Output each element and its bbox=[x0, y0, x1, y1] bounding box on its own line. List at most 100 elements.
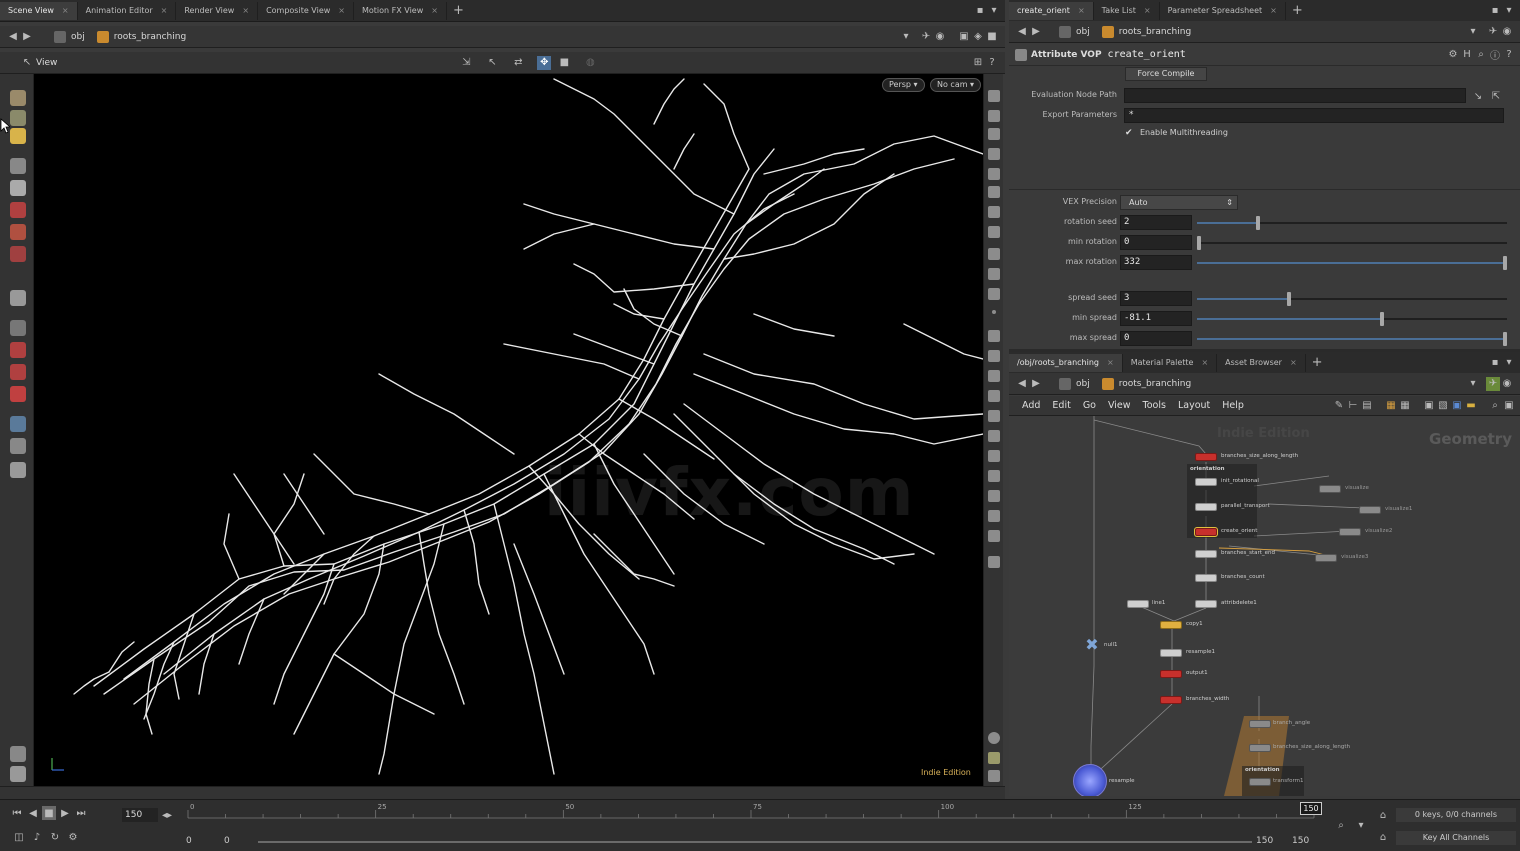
maximize-icon[interactable]: ▣ bbox=[1502, 399, 1516, 413]
lock-tool-icon[interactable] bbox=[10, 180, 26, 196]
gear-icon[interactable]: ⚙ bbox=[1446, 48, 1460, 62]
tab-parameter-spreadsheet[interactable]: Parameter Spreadsheet × bbox=[1160, 1, 1286, 20]
jump-icon[interactable]: ⇱ bbox=[1489, 89, 1503, 103]
display-option-icon[interactable] bbox=[988, 330, 1000, 342]
param-value-field[interactable]: 2 bbox=[1120, 215, 1192, 230]
display-option-icon[interactable] bbox=[988, 770, 1000, 782]
path-root[interactable]: obj bbox=[1053, 25, 1096, 38]
view-icon[interactable]: ▣ bbox=[1450, 399, 1464, 413]
tab-create-orient[interactable]: create_orient × bbox=[1009, 1, 1094, 20]
close-icon[interactable]: × bbox=[1270, 6, 1277, 15]
network-node[interactable] bbox=[1195, 528, 1217, 536]
hda-icon[interactable]: H bbox=[1460, 48, 1474, 62]
forward-arrow-icon[interactable]: ▶ bbox=[1029, 25, 1043, 39]
slider-knob[interactable] bbox=[1503, 332, 1507, 346]
network-node[interactable] bbox=[1319, 485, 1341, 493]
menu-help[interactable]: Help bbox=[1222, 400, 1244, 411]
link-icon[interactable]: ◉ bbox=[1500, 377, 1514, 391]
close-icon[interactable]: × bbox=[431, 6, 438, 15]
network-node[interactable] bbox=[1195, 550, 1217, 558]
light-icon[interactable] bbox=[988, 186, 1000, 198]
tab-animation-editor[interactable]: Animation Editor × bbox=[78, 1, 177, 20]
network-node[interactable] bbox=[1339, 528, 1361, 536]
step-back-icon[interactable]: ◀ bbox=[26, 806, 40, 820]
range-start-field-2[interactable]: 0 bbox=[224, 836, 230, 846]
object-merge-node-icon[interactable] bbox=[1073, 764, 1107, 796]
search-icon[interactable]: ⌕ bbox=[1488, 399, 1502, 413]
handle-icon[interactable]: ✥ bbox=[537, 55, 552, 70]
display-option-icon[interactable] bbox=[988, 350, 1000, 362]
menu-view[interactable]: View bbox=[1108, 400, 1131, 411]
back-arrow-icon[interactable]: ◀ bbox=[1015, 25, 1029, 39]
shelf-tool-icon[interactable] bbox=[10, 110, 26, 126]
step-icon[interactable]: ◂▸ bbox=[160, 808, 174, 822]
display-option-icon[interactable] bbox=[988, 530, 1000, 542]
close-icon[interactable]: × bbox=[1107, 358, 1114, 367]
network-node[interactable] bbox=[1127, 600, 1149, 608]
export-params-field[interactable]: * bbox=[1124, 108, 1504, 123]
tab-render-view[interactable]: Render View × bbox=[176, 1, 259, 20]
back-arrow-icon[interactable]: ◀ bbox=[6, 30, 20, 44]
wrench-icon[interactable]: ✎ bbox=[1332, 399, 1346, 413]
snap-icon[interactable]: ⇲ bbox=[459, 56, 473, 70]
tree-icon[interactable]: ⊢ bbox=[1346, 399, 1360, 413]
camera-icon[interactable]: ◈ bbox=[971, 30, 985, 44]
play-icon[interactable]: ▶ bbox=[58, 806, 72, 820]
range-end-field-2[interactable]: 150 bbox=[1292, 836, 1309, 846]
add-tab-icon[interactable]: + bbox=[1306, 355, 1329, 370]
display-option-icon[interactable] bbox=[988, 268, 1000, 280]
back-arrow-icon[interactable]: ◀ bbox=[1015, 377, 1029, 391]
tab-network-editor[interactable]: /obj/roots_branching × bbox=[1009, 353, 1123, 372]
pin-icon[interactable]: ✈ bbox=[919, 30, 933, 44]
select-tool-icon[interactable] bbox=[10, 158, 26, 174]
display-option-icon[interactable] bbox=[988, 490, 1000, 502]
path-root[interactable]: obj bbox=[48, 30, 91, 43]
rotate-tool-icon[interactable] bbox=[10, 224, 26, 240]
shelf-tool-icon[interactable] bbox=[10, 90, 26, 106]
path-root[interactable]: obj bbox=[1053, 377, 1096, 390]
maximize-icon[interactable]: ■ bbox=[985, 30, 999, 44]
display-option-icon[interactable] bbox=[988, 556, 1000, 568]
close-icon[interactable]: × bbox=[161, 6, 168, 15]
display-option-icon[interactable] bbox=[988, 450, 1000, 462]
image-icon[interactable]: ▧ bbox=[1436, 399, 1450, 413]
display-option-icon[interactable] bbox=[988, 168, 1000, 180]
lock-icon[interactable] bbox=[988, 128, 1000, 140]
close-icon[interactable]: × bbox=[1201, 358, 1208, 367]
network-node[interactable] bbox=[1249, 720, 1271, 728]
chevron-down-icon[interactable]: ▾ bbox=[1502, 356, 1516, 370]
eval-node-path-field[interactable] bbox=[1124, 88, 1466, 103]
slider-knob[interactable] bbox=[1255, 216, 1260, 230]
display-tool-icon[interactable] bbox=[10, 766, 26, 782]
close-icon[interactable]: × bbox=[242, 6, 249, 15]
network-node[interactable] bbox=[1160, 649, 1182, 657]
pane-menu-icon[interactable]: ▪ bbox=[1488, 4, 1502, 18]
network-node[interactable] bbox=[1315, 554, 1337, 562]
grid-icon[interactable]: ▦ bbox=[1384, 399, 1398, 413]
key-icon[interactable]: ⌂ bbox=[1376, 808, 1390, 822]
network-node[interactable] bbox=[1160, 696, 1182, 704]
ghost-icon[interactable]: ◍ bbox=[583, 56, 597, 70]
display-option-icon[interactable] bbox=[988, 288, 1000, 300]
light-icon[interactable] bbox=[988, 226, 1000, 238]
network-node[interactable] bbox=[1195, 574, 1217, 582]
param-value-field[interactable]: 0 bbox=[1120, 331, 1192, 346]
param-value-field[interactable]: -81.1 bbox=[1120, 311, 1192, 326]
tab-take-list[interactable]: Take List × bbox=[1094, 1, 1160, 20]
param-value-field[interactable]: 3 bbox=[1120, 291, 1192, 306]
display-option-icon[interactable] bbox=[988, 248, 1000, 260]
close-icon[interactable]: × bbox=[1078, 6, 1085, 15]
param-slider[interactable] bbox=[1197, 216, 1507, 230]
scale-tool-icon[interactable] bbox=[10, 246, 26, 262]
param-slider[interactable] bbox=[1197, 332, 1507, 346]
3d-viewport[interactable]: iiivfx.com Persp ▾ No cam ▾ Indie Editio… bbox=[34, 74, 983, 786]
display-options-icon[interactable]: ▣ bbox=[957, 30, 971, 44]
path-node[interactable]: roots_branching bbox=[1096, 377, 1197, 390]
magnet-tool-icon[interactable] bbox=[10, 386, 26, 402]
grid-icon[interactable]: ▦ bbox=[1398, 399, 1412, 413]
handle-tool-icon[interactable] bbox=[10, 320, 26, 336]
display-option-icon[interactable] bbox=[988, 390, 1000, 402]
network-node[interactable] bbox=[1195, 453, 1217, 461]
range-start-field[interactable]: 0 bbox=[186, 836, 192, 846]
chevron-down-icon[interactable]: ▾ bbox=[1466, 25, 1480, 39]
